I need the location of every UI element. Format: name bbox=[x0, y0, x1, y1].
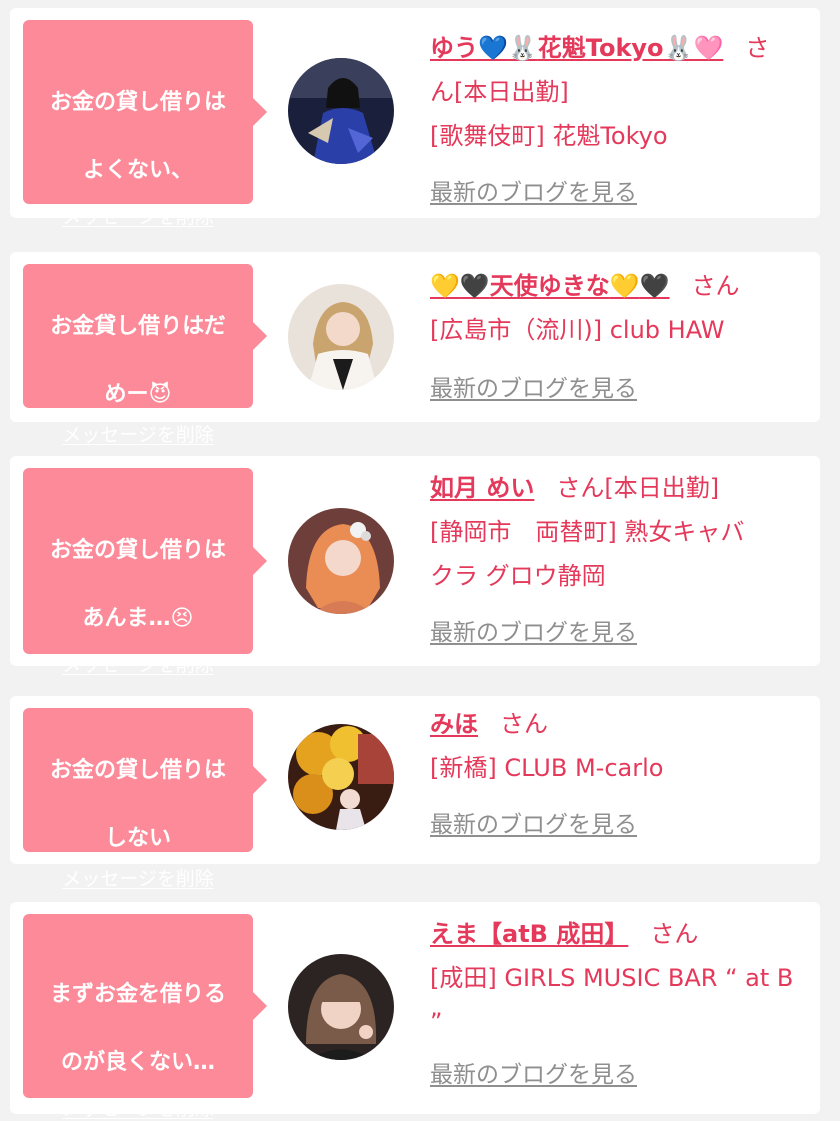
delete-message-link[interactable]: メッセージを削除 bbox=[62, 420, 214, 447]
message-line: あんま… bbox=[82, 606, 171, 631]
message-text: お金の貸し借りは あんま…😣 bbox=[23, 468, 253, 636]
shop-name: [歌舞伎町] 花魁Tokyo bbox=[430, 122, 668, 150]
message-line: お金の貸し借りは bbox=[49, 90, 226, 115]
profile-name-row: ゆう💙🐰花魁Tokyo🐰🩷 さ bbox=[430, 26, 810, 70]
avatar[interactable] bbox=[288, 284, 394, 390]
latest-blog-link[interactable]: 最新のブログを見る bbox=[430, 611, 637, 655]
message-bubble: お金の貸し借りは しない メッセージを削除 bbox=[23, 708, 267, 890]
message-card: お金の貸し借りは あんま…😣 メッセージを削除 如月 めい さん[本日出勤] [静… bbox=[10, 456, 820, 676]
blog-row: 最新のブログを見る bbox=[430, 366, 810, 411]
message-text: お金の貸し借りは よくない、 bbox=[23, 20, 253, 188]
message-line: よくない、 bbox=[82, 158, 193, 183]
rabbit-icon: 🐰 bbox=[507, 34, 538, 62]
blog-row: 最新のブログを見る bbox=[430, 802, 810, 847]
latest-blog-link[interactable]: 最新のブログを見る bbox=[430, 171, 637, 215]
profile-name-link[interactable]: みほ bbox=[430, 710, 478, 738]
black-heart-icon: 🖤 bbox=[459, 272, 490, 300]
shop-name-line: クラ グロウ静岡 bbox=[430, 562, 606, 590]
message-card: お金貸し借りはだ めー😈 メッセージを削除 💛🖤天使ゆきな💛🖤 さん [広島市（流… bbox=[10, 252, 820, 446]
yellow-heart-icon: 💛 bbox=[430, 272, 460, 300]
name-text: ゆう bbox=[430, 34, 478, 62]
profile-status: ん[本日出勤] bbox=[430, 78, 569, 106]
shop-name-line: [成田] GIRLS MUSIC BAR “ at B bbox=[430, 964, 794, 992]
message-text: お金貸し借りはだ めー😈 bbox=[23, 264, 253, 412]
latest-blog-link[interactable]: 最新のブログを見る bbox=[430, 803, 637, 847]
profile-name-link[interactable]: 如月 めい bbox=[430, 474, 534, 502]
message-text: お金の貸し借りは しない bbox=[23, 708, 253, 856]
devil-icon: 😈 bbox=[148, 382, 172, 407]
profile-name-row: 💛🖤天使ゆきな💛🖤 さん bbox=[430, 264, 810, 308]
name-text: 花魁Tokyo bbox=[537, 34, 664, 62]
profile-info: みほ さん [新橋] CLUB M-carlo 最新のブログを見る bbox=[430, 702, 810, 847]
message-line: しない bbox=[104, 826, 171, 851]
message-line: のが良くない… bbox=[60, 1050, 215, 1075]
message-line: お金の貸し借りは bbox=[49, 758, 226, 783]
message-line: お金貸し借りはだ bbox=[50, 314, 226, 339]
message-text: まずお金を借りる のが良くない… bbox=[23, 914, 253, 1080]
shop-name: [広島市（流川)] club HAW bbox=[430, 316, 725, 344]
shop-name-line: [静岡市 両替町] 熟女キャバ bbox=[430, 518, 745, 546]
profile-name-link[interactable]: 💛🖤天使ゆきな💛🖤 bbox=[430, 272, 670, 300]
profile-info: 如月 めい さん[本日出勤] [静岡市 両替町] 熟女キャバ クラ グロウ静岡 最… bbox=[430, 466, 810, 655]
blue-heart-icon: 💙 bbox=[478, 34, 508, 62]
profile-info: えま【atB 成田】 さん [成田] GIRLS MUSIC BAR “ at B… bbox=[430, 912, 810, 1097]
avatar[interactable] bbox=[288, 508, 394, 614]
shop-name-line: ” bbox=[430, 1008, 443, 1036]
latest-blog-link[interactable]: 最新のブログを見る bbox=[430, 1053, 637, 1097]
profile-name-link[interactable]: えま【atB 成田】 bbox=[430, 920, 628, 948]
latest-blog-link[interactable]: 最新のブログを見る bbox=[430, 367, 637, 411]
profile-info: ゆう💙🐰花魁Tokyo🐰🩷 さ ん[本日出勤] [歌舞伎町] 花魁Tokyo 最新… bbox=[430, 26, 810, 215]
message-card: お金の貸し借りは よくない、 メッセージを削除 ゆう💙🐰花魁Tokyo🐰🩷 さ ん… bbox=[10, 8, 820, 228]
honorific: さん[本日出勤] bbox=[556, 474, 720, 502]
message-card: お金の貸し借りは しない メッセージを削除 みほ さん [新橋] CLUB M-c… bbox=[10, 696, 820, 890]
message-line: めー bbox=[104, 382, 149, 407]
honorific: さん bbox=[691, 272, 740, 300]
message-bubble: お金の貸し借りは よくない、 メッセージを削除 bbox=[23, 20, 267, 228]
profile-name-link[interactable]: ゆう💙🐰花魁Tokyo🐰🩷 bbox=[430, 34, 723, 62]
message-bubble: お金貸し借りはだ めー😈 メッセージを削除 bbox=[23, 264, 267, 446]
honorific: さん bbox=[500, 710, 548, 738]
message-line: お金の貸し借りは bbox=[49, 538, 226, 563]
blog-row: 最新のブログを見る bbox=[430, 1052, 810, 1097]
blog-row: 最新のブログを見る bbox=[430, 610, 810, 655]
name-text: 天使ゆきな bbox=[489, 272, 610, 300]
delete-message-link[interactable]: メッセージを削除 bbox=[62, 1094, 214, 1121]
message-bubble: まずお金を借りる のが良くない… メッセージを削除 bbox=[23, 914, 267, 1120]
confounded-face-icon: 😣 bbox=[170, 606, 194, 631]
message-line: まずお金を借りる bbox=[49, 982, 226, 1007]
pink-heart-icon: 🩷 bbox=[693, 34, 724, 62]
rabbit-icon: 🐰 bbox=[663, 34, 694, 62]
avatar[interactable] bbox=[288, 954, 394, 1060]
honorific: さん bbox=[650, 920, 699, 948]
delete-message-link[interactable]: メッセージを削除 bbox=[62, 202, 214, 229]
profile-name-row: 如月 めい さん[本日出勤] bbox=[430, 466, 810, 510]
blog-row: 最新のブログを見る bbox=[430, 170, 810, 215]
honorific: さ bbox=[745, 34, 770, 62]
avatar[interactable] bbox=[288, 724, 394, 830]
profile-info: 💛🖤天使ゆきな💛🖤 さん [広島市（流川)] club HAW 最新のブログを見る bbox=[430, 264, 810, 411]
yellow-heart-icon: 💛 bbox=[609, 272, 640, 300]
avatar[interactable] bbox=[288, 58, 394, 164]
delete-message-link[interactable]: メッセージを削除 bbox=[62, 864, 214, 891]
shop-name: [新橋] CLUB M-carlo bbox=[430, 754, 664, 782]
message-bubble: お金の貸し借りは あんま…😣 メッセージを削除 bbox=[23, 468, 267, 676]
profile-name-row: えま【atB 成田】 さん bbox=[430, 912, 810, 956]
black-heart-icon: 🖤 bbox=[639, 272, 670, 300]
profile-name-row: みほ さん bbox=[430, 702, 810, 746]
delete-message-link[interactable]: メッセージを削除 bbox=[62, 650, 214, 677]
message-card: まずお金を借りる のが良くない… メッセージを削除 えま【atB 成田】 さん [… bbox=[10, 902, 820, 1120]
